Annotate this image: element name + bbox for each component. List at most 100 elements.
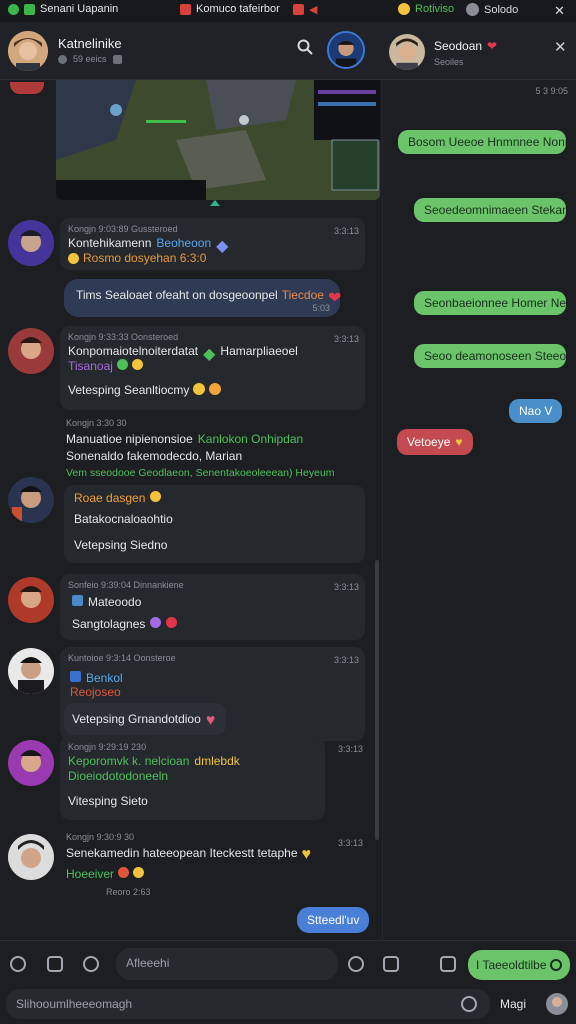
send-button[interactable]: I Taeeoldtilbe [468, 950, 570, 980]
app-tab-icon [24, 3, 35, 15]
emoji-icon [118, 867, 130, 878]
chat-scrollbar[interactable] [375, 560, 379, 840]
window-close-button[interactable]: ✕ [554, 3, 565, 19]
panel-close-icon[interactable]: ✕ [554, 38, 567, 56]
heart-icon: ♥ [301, 846, 312, 863]
message-meta: Kongjn 9:30:9 30 [66, 832, 135, 842]
back-triangle-icon[interactable]: ◀ [309, 3, 317, 16]
message-avatar[interactable] [8, 328, 54, 374]
game-screenshot[interactable] [56, 80, 380, 200]
avatar-face-icon [8, 220, 54, 266]
gif-icon[interactable] [383, 956, 399, 972]
sticker-icon[interactable] [83, 956, 99, 972]
close-icon[interactable]: ✕ [554, 3, 565, 19]
side-chat-panel[interactable]: 5 3 9:05 Bosom Ueeoe Hnmnnee Nonnidee Se… [382, 80, 576, 940]
message-line: Reojoseo [70, 685, 121, 699]
right-red-bubble[interactable]: Vetoeye ♥ [397, 429, 473, 455]
message-meta: Kongjn 9:29:19 230 [68, 742, 147, 752]
search-icon[interactable] [297, 39, 313, 55]
message-block[interactable]: Kongjn 3:30 30 Manuatioe nipienonsioe Ka… [66, 418, 376, 479]
message-avatar[interactable] [8, 477, 54, 523]
avatar-face-icon [8, 577, 54, 623]
status-label: Rotiviso [415, 3, 455, 15]
media-controls[interactable]: ◀ [293, 3, 317, 16]
chat-avatar[interactable] [8, 31, 48, 71]
mic-icon[interactable] [461, 996, 477, 1012]
avatar-face-icon [8, 31, 48, 71]
profile-avatar-icon [466, 3, 479, 16]
compose-input[interactable]: Slihooumlheeeomagh [6, 989, 490, 1019]
user-avatar[interactable] [546, 993, 568, 1015]
right-bubble[interactable]: Seoo deamonoseen Steeotoon [414, 344, 566, 368]
message-line: Rosmo dosyehan 6:3:0 [68, 251, 206, 265]
avatar-face-icon [389, 34, 425, 70]
app-title-group: Senani Uapanin [8, 3, 118, 15]
panel-time: 5 3 9:05 [535, 86, 568, 96]
message-line: Tisanoaj [68, 359, 143, 373]
message-avatar[interactable] [8, 648, 54, 694]
camera-icon[interactable] [47, 956, 63, 972]
message-avatar[interactable] [8, 220, 54, 266]
status-group[interactable]: Rotiviso [398, 3, 454, 15]
avatar-face-icon [8, 648, 54, 694]
message-time: 3:3:13 [333, 655, 359, 665]
chat-header: Katnelinike 59 eeics Seodoan ❤ Seoiles ✕ [0, 22, 576, 80]
message-line: Manuatioe nipienonsioe Kanlokon Onhipdan [66, 432, 304, 446]
emoji-icon [116, 359, 128, 370]
app-icon [70, 671, 81, 682]
right-panel-avatar[interactable] [389, 34, 425, 70]
message-block[interactable]: Kongjn 9:30:9 30 Senekamedin hateeopean … [66, 832, 366, 897]
composer: Afleeehi I Taeeoldtilbe Slihooumlheeeoma… [0, 940, 576, 1024]
profile-label: Solodo [484, 3, 519, 16]
chat-subtitle: 59 eeics [58, 54, 122, 64]
message-meta: Kongjn 9:03:89 Gussteroed [68, 224, 178, 234]
message-line: Vem sseodooe Geodlaeon, Senentakoeoleeea… [66, 467, 335, 479]
message-avatar[interactable] [8, 834, 54, 880]
gem-icon: ◆ [203, 346, 216, 363]
record-icon[interactable] [293, 4, 304, 15]
image-icon [72, 595, 83, 606]
right-bubble[interactable]: Bosom Ueeoe Hnmnnee Nonnidee [398, 130, 566, 154]
gem-icon: ◆ [216, 238, 229, 255]
message-card[interactable]: Kongjn 9:33:33 Oonsteroed 3:3:13 Konpoma… [60, 326, 365, 410]
message-line: Keporomvk k. nelcioan dmlebdk [68, 754, 240, 768]
right-panel-subtitle: Seoiles [434, 57, 464, 67]
right-bubble[interactable]: Seoedeomnimaeen Stekanenl [414, 198, 566, 222]
image-upload-icon[interactable] [440, 956, 456, 972]
participant-avatar[interactable] [327, 31, 365, 69]
message-card[interactable]: Kongjn 9:29:19 230 Keporomvk k. nelcioan… [60, 736, 325, 820]
nested-bubble[interactable]: Vetepsing Grnandotdioo ♥ [64, 703, 226, 735]
message-avatar[interactable] [8, 740, 54, 786]
attach-icon[interactable] [10, 956, 26, 972]
emoji-picker-icon[interactable] [348, 956, 364, 972]
message-meta: Kuntoioe 9:3:14 Oonsteroe [68, 653, 176, 663]
message-line: Batakocnaloaohtio [74, 512, 173, 526]
collapse-caret-icon[interactable] [210, 200, 220, 206]
right-bubble[interactable]: Seonbaeionnee Homer Nevseeber [414, 291, 566, 315]
message-card[interactable]: Kuntoioe 9:3:14 Oonsteroe 3:3:13 Benkol … [60, 647, 365, 741]
own-reply-bubble[interactable]: Stteedl'uv [297, 907, 370, 933]
message-meta: Kongjn 9:33:33 Oonsteroed [68, 332, 179, 342]
user-label: Magi [500, 997, 527, 1011]
profile-group[interactable]: Solodo [466, 3, 518, 16]
chat-name: Katnelinike [58, 36, 122, 51]
emoji-icon [166, 617, 178, 628]
right-blue-bubble[interactable]: Nao V [509, 399, 563, 423]
message-time: 3:3:13 [338, 838, 364, 848]
message-card[interactable]: Sonfeio 9:39:04 Dinnankiene 3:3:13 Mateo… [60, 574, 365, 640]
message-card[interactable]: Roae dasgen Batakocnaloaohtio Vetepsing … [64, 485, 365, 563]
message-line: Vetepsing Siedno [74, 538, 168, 552]
browser-tab[interactable]: Komuco tafeirbor [180, 3, 280, 15]
message-line: Hoeeiver [66, 867, 366, 881]
message-line: Sonenaldo fakemodecdo, Marian [66, 449, 243, 463]
message-input[interactable]: Afleeehi [116, 948, 338, 980]
emoji-icon [68, 252, 79, 264]
message-avatar[interactable] [8, 577, 54, 623]
partial-avatar [10, 82, 44, 94]
emoji-icon [133, 867, 145, 878]
message-line: Tims Sealoaet ofeaht on dosgeoonpel Tiec… [76, 288, 342, 307]
message-time: 3:3:13 [333, 226, 359, 236]
message-card[interactable]: Kongjn 9:03:89 Gussteroed 3:3:13 Kontehi… [60, 218, 365, 270]
highlight-message[interactable]: Tims Sealoaet ofeaht on dosgeoonpel Tiec… [64, 279, 342, 317]
chat-feed[interactable]: Kongjn 9:03:89 Gussteroed 3:3:13 Kontehi… [0, 80, 382, 940]
